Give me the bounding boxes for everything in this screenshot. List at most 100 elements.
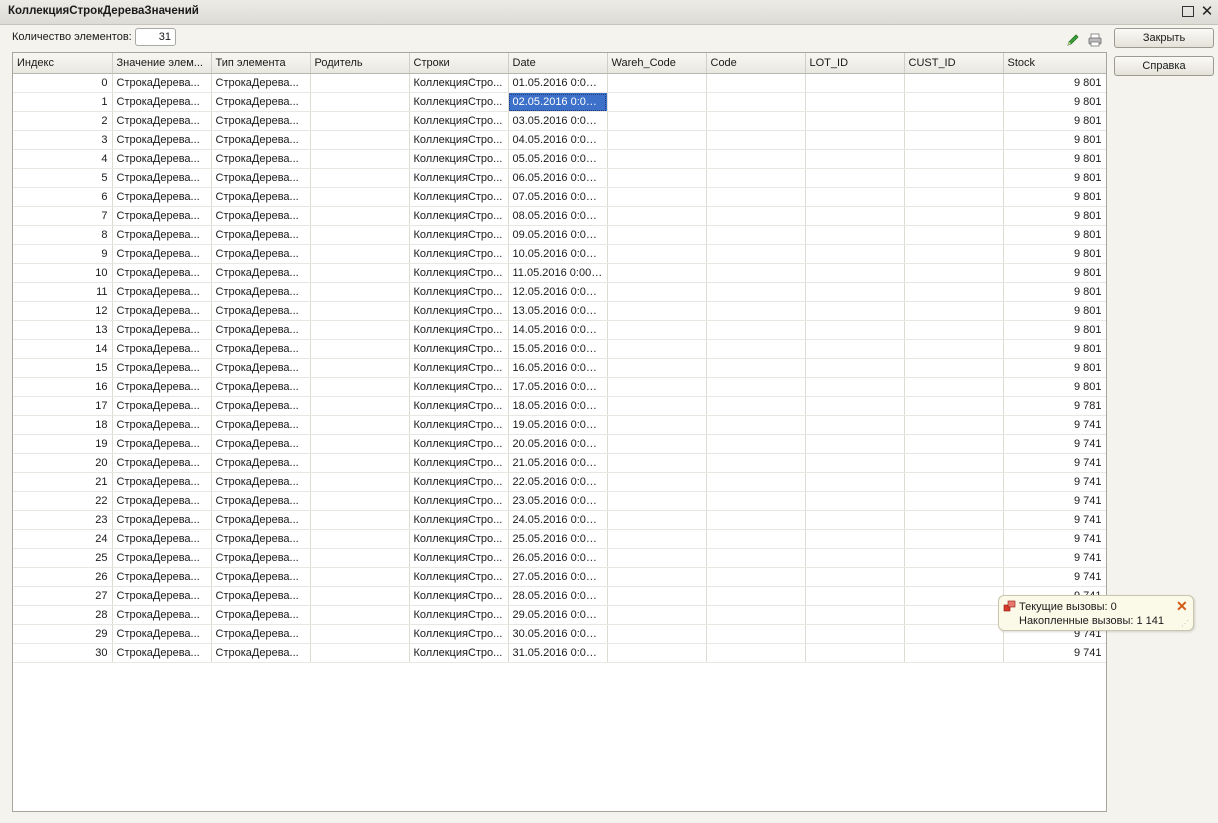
table-cell[interactable]: 05.05.2016 0:00:... — [508, 149, 608, 169]
table-cell[interactable] — [310, 130, 410, 150]
table-cell[interactable] — [706, 529, 806, 549]
table-cell[interactable]: КоллекцияСтро... — [409, 491, 509, 511]
table-cell[interactable] — [904, 149, 1004, 169]
table-cell[interactable] — [805, 206, 905, 226]
table-cell[interactable]: СтрокаДерева... — [211, 225, 311, 245]
table-row[interactable]: 12 СтрокаДерева... СтрокаДерева... Коллекци… — [13, 301, 1106, 321]
table-cell[interactable]: КоллекцияСтро... — [409, 434, 509, 454]
table-cell[interactable]: СтрокаДерева... — [211, 92, 311, 112]
table-cell[interactable]: 3 — [13, 130, 113, 150]
table-cell[interactable] — [706, 358, 806, 378]
column-header[interactable]: Date — [508, 53, 608, 74]
table-cell[interactable] — [310, 244, 410, 264]
table-cell[interactable] — [706, 586, 806, 606]
table-cell[interactable]: 06.05.2016 0:00:... — [508, 168, 608, 188]
table-cell[interactable] — [310, 358, 410, 378]
table-cell[interactable]: 27.05.2016 0:00:... — [508, 567, 608, 587]
table-cell[interactable] — [805, 586, 905, 606]
table-cell[interactable] — [706, 548, 806, 568]
table-cell[interactable]: СтрокаДерева... — [211, 605, 311, 625]
table-cell[interactable]: 9 741 — [1003, 491, 1106, 511]
close-button[interactable]: Закрыть — [1114, 28, 1214, 48]
table-cell[interactable] — [805, 624, 905, 644]
table-cell[interactable]: СтрокаДерева... — [211, 149, 311, 169]
table-cell[interactable]: КоллекцияСтро... — [409, 567, 509, 587]
table-cell[interactable] — [904, 491, 1004, 511]
table-cell[interactable]: СтрокаДерева... — [211, 453, 311, 473]
table-cell[interactable]: 09.05.2016 0:00:... — [508, 225, 608, 245]
table-cell[interactable] — [904, 73, 1004, 93]
table-cell[interactable]: КоллекцияСтро... — [409, 624, 509, 644]
table-cell[interactable] — [607, 453, 707, 473]
table-cell[interactable]: СтрокаДерева... — [211, 624, 311, 644]
table-cell[interactable]: 10.05.2016 0:00:... — [508, 244, 608, 264]
table-cell[interactable] — [310, 510, 410, 530]
table-cell[interactable] — [904, 244, 1004, 264]
table-cell[interactable] — [805, 111, 905, 131]
table-cell[interactable] — [904, 605, 1004, 625]
table-cell[interactable] — [904, 320, 1004, 340]
table-cell[interactable]: 07.05.2016 0:00:... — [508, 187, 608, 207]
table-cell[interactable]: СтрокаДерева... — [112, 624, 212, 644]
table-cell[interactable]: СтрокаДерева... — [112, 472, 212, 492]
table-cell[interactable] — [706, 111, 806, 131]
table-cell[interactable] — [805, 244, 905, 264]
table-cell[interactable] — [607, 396, 707, 416]
table-cell[interactable]: КоллекцияСтро... — [409, 529, 509, 549]
table-cell[interactable] — [706, 149, 806, 169]
table-cell[interactable] — [904, 415, 1004, 435]
table-row[interactable]: 24 СтрокаДерева... СтрокаДерева... Коллекци… — [13, 529, 1106, 549]
table-cell[interactable]: СтрокаДерева... — [211, 282, 311, 302]
table-cell[interactable]: КоллекцияСтро... — [409, 510, 509, 530]
table-cell[interactable] — [310, 567, 410, 587]
column-header[interactable]: Родитель — [310, 53, 410, 74]
table-cell[interactable]: 9 781 — [1003, 396, 1106, 416]
table-cell[interactable]: СтрокаДерева... — [112, 605, 212, 625]
table-cell[interactable] — [706, 377, 806, 397]
table-cell[interactable]: СтрокаДерева... — [211, 244, 311, 264]
table-cell[interactable] — [310, 339, 410, 359]
table-cell[interactable]: СтрокаДерева... — [211, 206, 311, 226]
table-cell[interactable]: 04.05.2016 0:00:... — [508, 130, 608, 150]
table-row[interactable]: 10 СтрокаДерева... СтрокаДерева... Коллекци… — [13, 263, 1106, 283]
table-row[interactable]: 7 СтрокаДерева... СтрокаДерева... Коллекция… — [13, 206, 1106, 226]
table-cell[interactable] — [805, 187, 905, 207]
table-cell[interactable]: 27 — [13, 586, 113, 606]
column-header[interactable]: Code — [706, 53, 806, 74]
table-cell[interactable]: СтрокаДерева... — [112, 396, 212, 416]
count-field[interactable]: 31 — [135, 28, 176, 46]
table-cell[interactable]: 9 801 — [1003, 244, 1106, 264]
table-cell[interactable]: КоллекцияСтро... — [409, 111, 509, 131]
table-cell[interactable]: СтрокаДерева... — [211, 263, 311, 283]
table-cell[interactable] — [706, 510, 806, 530]
table-cell[interactable] — [310, 263, 410, 283]
table-cell[interactable] — [706, 491, 806, 511]
table-cell[interactable]: СтрокаДерева... — [112, 415, 212, 435]
table-cell[interactable]: СтрокаДерева... — [112, 510, 212, 530]
table-cell[interactable]: СтрокаДерева... — [211, 358, 311, 378]
table-cell[interactable] — [607, 358, 707, 378]
help-button[interactable]: Справка — [1114, 56, 1214, 76]
table-row[interactable]: 5 СтрокаДерева... СтрокаДерева... Коллекция… — [13, 168, 1106, 188]
table-cell[interactable]: СтрокаДерева... — [211, 301, 311, 321]
table-cell[interactable]: 30 — [13, 643, 113, 663]
table-cell[interactable] — [310, 92, 410, 112]
table-row[interactable]: 1 СтрокаДерева... СтрокаДерева... Коллекция… — [13, 92, 1106, 112]
table-cell[interactable] — [706, 130, 806, 150]
table-cell[interactable]: 7 — [13, 206, 113, 226]
table-cell[interactable] — [607, 263, 707, 283]
table-cell[interactable]: 9 801 — [1003, 130, 1106, 150]
table-cell[interactable]: СтрокаДерева... — [112, 529, 212, 549]
table-cell[interactable] — [904, 624, 1004, 644]
table-cell[interactable] — [607, 168, 707, 188]
table-cell[interactable]: КоллекцияСтро... — [409, 339, 509, 359]
table-cell[interactable] — [607, 624, 707, 644]
table-cell[interactable]: 24 — [13, 529, 113, 549]
table-cell[interactable]: СтрокаДерева... — [112, 244, 212, 264]
table-cell[interactable] — [805, 529, 905, 549]
table-cell[interactable] — [310, 415, 410, 435]
table-cell[interactable] — [607, 130, 707, 150]
table-cell[interactable]: 17.05.2016 0:00:... — [508, 377, 608, 397]
table-cell[interactable]: 23.05.2016 0:00:... — [508, 491, 608, 511]
table-cell[interactable] — [805, 92, 905, 112]
